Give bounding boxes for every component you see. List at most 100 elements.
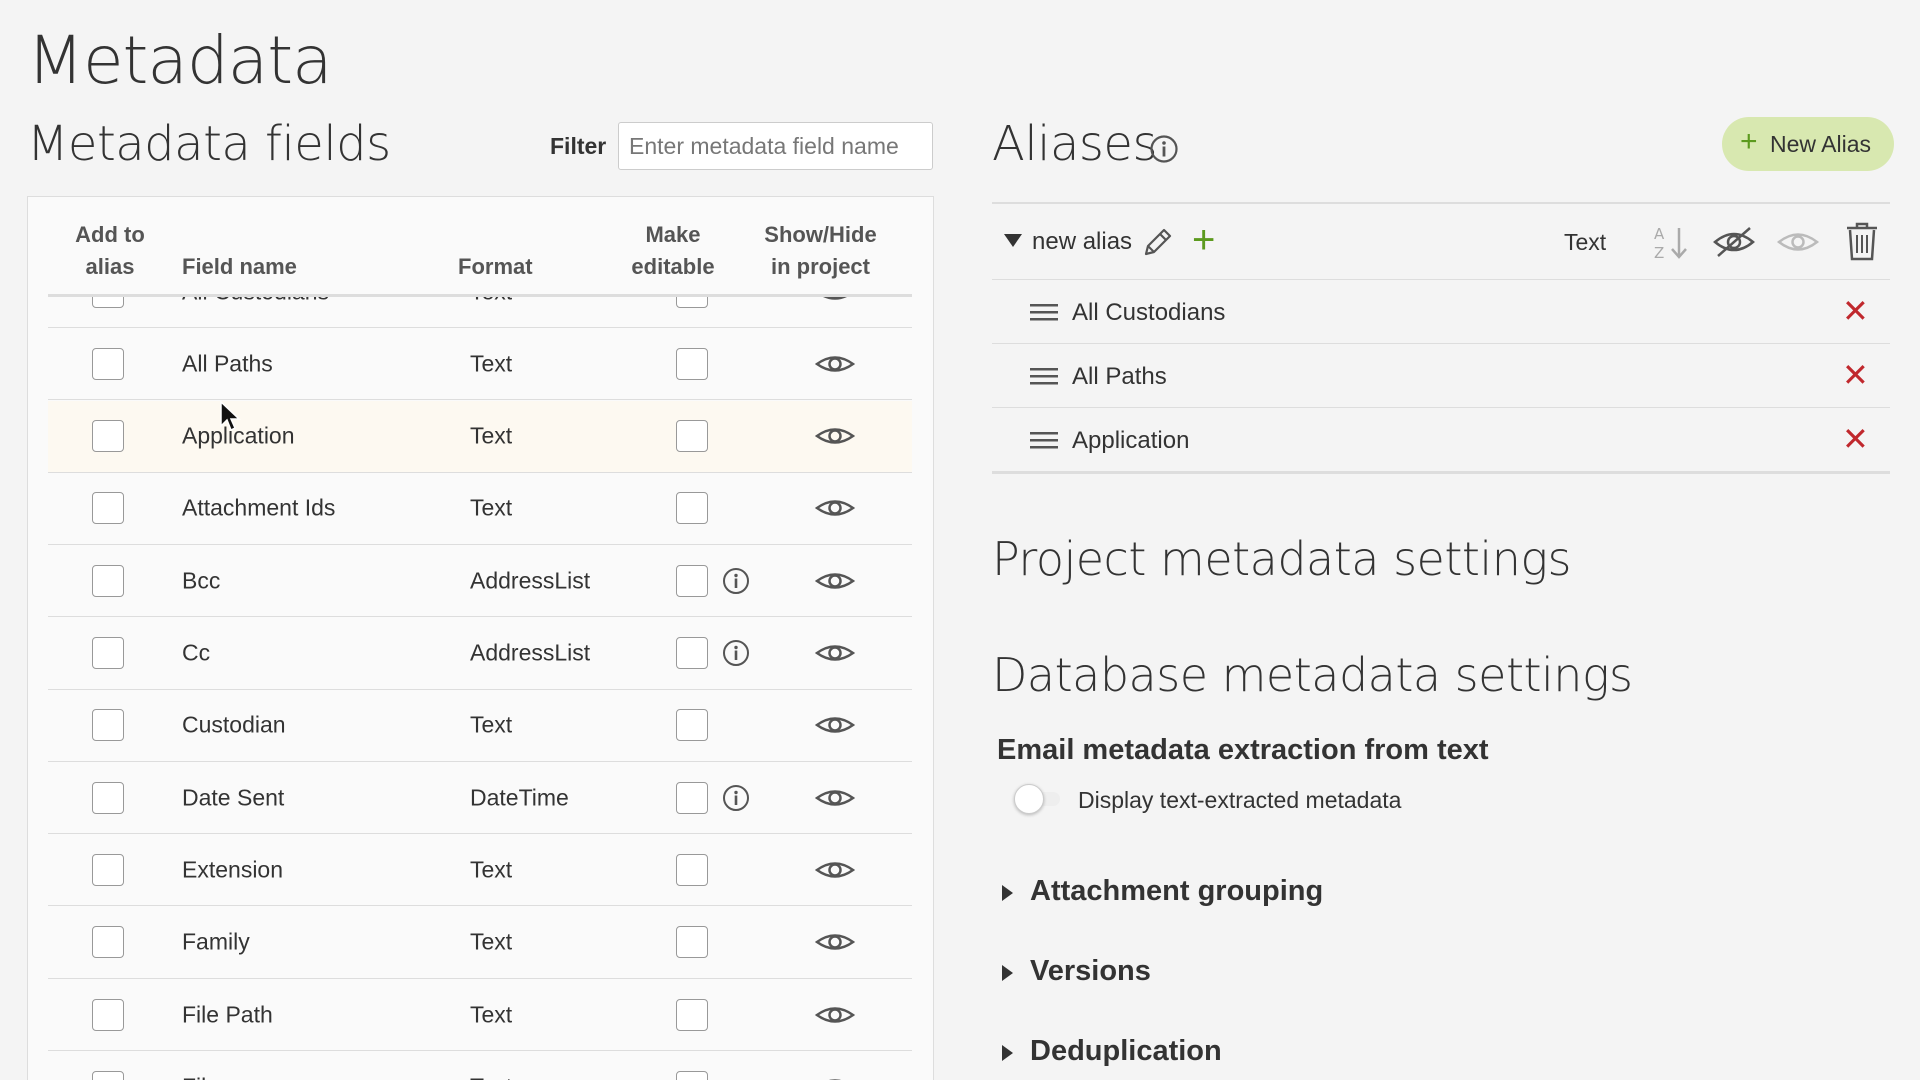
table-row[interactable]: Cc AddressList bbox=[48, 618, 912, 690]
drag-handle-icon[interactable] bbox=[1030, 366, 1058, 386]
metadata-fields-title: Metadata fields bbox=[27, 116, 391, 172]
info-icon[interactable] bbox=[1148, 133, 1180, 165]
column-header-make-editable: Make editable bbox=[631, 222, 715, 279]
field-name: Attachment Ids bbox=[182, 494, 336, 521]
make-editable-checkbox[interactable] bbox=[676, 347, 708, 380]
info-icon[interactable] bbox=[721, 783, 751, 813]
field-format: DateTime bbox=[470, 784, 569, 811]
chevron-down-icon[interactable] bbox=[1004, 234, 1022, 247]
add-to-alias-checkbox[interactable] bbox=[92, 998, 124, 1031]
make-editable-checkbox[interactable] bbox=[676, 492, 708, 525]
field-name: Cc bbox=[182, 639, 211, 666]
column-header-format[interactable]: Format bbox=[458, 251, 533, 283]
alias-format[interactable]: Text bbox=[1564, 229, 1606, 256]
table-row[interactable]: Custodian Text bbox=[48, 690, 912, 762]
eye-icon[interactable] bbox=[814, 350, 856, 378]
display-extracted-toggle[interactable] bbox=[1014, 784, 1062, 814]
alias-field-item[interactable]: All Paths ✕ bbox=[992, 344, 1890, 408]
new-alias-button[interactable]: + New Alias bbox=[1722, 117, 1894, 171]
make-editable-checkbox[interactable] bbox=[676, 637, 708, 669]
table-row[interactable]: File Path Text bbox=[48, 979, 912, 1051]
eye-icon[interactable] bbox=[814, 711, 856, 739]
table-body[interactable]: All CustodiansTextAll PathsTextApplicati… bbox=[48, 297, 912, 1080]
field-name: All Paths bbox=[182, 350, 273, 377]
add-to-alias-checkbox[interactable] bbox=[92, 492, 124, 525]
add-to-alias-checkbox[interactable] bbox=[92, 926, 124, 959]
field-name: File... bbox=[182, 1073, 238, 1080]
alias-field-label: All Paths bbox=[1072, 363, 1167, 390]
make-editable-checkbox[interactable] bbox=[676, 564, 708, 597]
remove-icon[interactable]: ✕ bbox=[1842, 294, 1869, 328]
make-editable-checkbox[interactable] bbox=[676, 420, 708, 453]
eye-icon[interactable] bbox=[814, 1073, 856, 1080]
table-row[interactable]: File... Text bbox=[48, 1051, 912, 1080]
eye-icon[interactable] bbox=[814, 784, 856, 812]
alias-field-item[interactable]: All Custodians ✕ bbox=[992, 280, 1890, 344]
add-to-alias-checkbox[interactable] bbox=[92, 347, 124, 380]
add-field-icon[interactable]: + bbox=[1192, 218, 1215, 262]
remove-icon[interactable]: ✕ bbox=[1842, 422, 1869, 456]
eye-icon[interactable] bbox=[814, 1001, 856, 1029]
trash-icon[interactable] bbox=[1844, 220, 1880, 262]
add-to-alias-checkbox[interactable] bbox=[92, 637, 124, 669]
field-format: Text bbox=[470, 297, 512, 305]
column-header-field-name[interactable]: Field name bbox=[182, 251, 297, 283]
toggle-label: Display text-extracted metadata bbox=[1078, 787, 1402, 813]
field-format: Text bbox=[470, 928, 513, 955]
info-icon[interactable] bbox=[721, 638, 751, 668]
add-to-alias-checkbox[interactable] bbox=[92, 297, 124, 308]
info-icon[interactable] bbox=[721, 566, 751, 596]
sort-az-icon[interactable]: A Z bbox=[1652, 222, 1690, 262]
make-editable-checkbox[interactable] bbox=[676, 853, 708, 886]
eye-icon[interactable] bbox=[814, 567, 856, 595]
make-editable-checkbox[interactable] bbox=[676, 781, 708, 814]
eye-icon[interactable] bbox=[814, 297, 856, 306]
make-editable-checkbox[interactable] bbox=[676, 709, 708, 742]
plus-icon: + bbox=[1740, 125, 1758, 158]
make-editable-checkbox[interactable] bbox=[676, 1070, 708, 1080]
add-to-alias-checkbox[interactable] bbox=[92, 853, 124, 886]
eye-icon[interactable] bbox=[814, 856, 856, 884]
field-name: File Path bbox=[182, 1001, 273, 1027]
make-editable-checkbox[interactable] bbox=[676, 297, 708, 308]
table-row[interactable]: Bcc AddressList bbox=[48, 545, 912, 618]
alias-field-item[interactable]: Application ✕ bbox=[992, 408, 1890, 472]
table-row[interactable]: Date Sent DateTime bbox=[48, 762, 912, 835]
drag-handle-icon[interactable] bbox=[1030, 302, 1058, 322]
make-editable-checkbox[interactable] bbox=[676, 926, 708, 959]
table-row[interactable]: Attachment Ids Text bbox=[48, 473, 912, 545]
eye-icon[interactable] bbox=[1776, 224, 1820, 260]
table-row[interactable]: All Paths Text bbox=[48, 328, 912, 401]
eye-icon[interactable] bbox=[814, 422, 856, 450]
alias-group-header: new alias + Text A Z bbox=[992, 204, 1890, 280]
table-row[interactable]: Application Text bbox=[48, 400, 912, 473]
eye-icon[interactable] bbox=[814, 494, 856, 522]
add-to-alias-checkbox[interactable] bbox=[92, 709, 124, 742]
field-format: Text bbox=[470, 422, 513, 449]
field-name: Custodian bbox=[182, 711, 286, 738]
eye-icon[interactable] bbox=[814, 639, 856, 667]
caret-right-icon bbox=[1002, 965, 1013, 981]
metadata-fields-table: Add to alias Field name Format Make edit… bbox=[27, 196, 934, 1080]
remove-icon[interactable]: ✕ bbox=[1842, 358, 1869, 392]
eye-off-icon[interactable] bbox=[1712, 222, 1756, 262]
table-row[interactable]: Family Text bbox=[48, 907, 912, 979]
drag-handle-icon[interactable] bbox=[1030, 430, 1058, 450]
caret-right-icon bbox=[1002, 1045, 1013, 1061]
add-to-alias-checkbox[interactable] bbox=[92, 1070, 124, 1080]
eye-icon[interactable] bbox=[814, 928, 856, 956]
field-format: AddressList bbox=[470, 639, 591, 666]
add-to-alias-checkbox[interactable] bbox=[92, 564, 124, 597]
alias-field-label: All Custodians bbox=[1072, 299, 1226, 326]
field-format: Text bbox=[470, 1001, 513, 1027]
table-row[interactable]: Extension Text bbox=[48, 834, 912, 907]
pencil-icon[interactable] bbox=[1140, 224, 1176, 260]
table-row[interactable]: All Custodians Text bbox=[48, 297, 912, 328]
alias-group: new alias + Text A Z All Custodians ✕ Al… bbox=[992, 202, 1890, 474]
add-to-alias-checkbox[interactable] bbox=[92, 781, 124, 814]
filter-input[interactable] bbox=[618, 122, 933, 170]
make-editable-checkbox[interactable] bbox=[676, 998, 708, 1031]
column-header-show-hide: Show/Hide in project bbox=[764, 222, 877, 279]
add-to-alias-checkbox[interactable] bbox=[92, 420, 124, 453]
project-settings-title: Project metadata settings bbox=[992, 532, 1571, 586]
